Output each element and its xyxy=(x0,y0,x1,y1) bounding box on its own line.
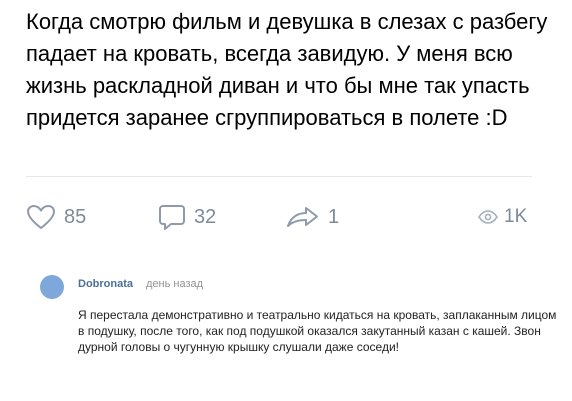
views-count: 1K xyxy=(504,206,528,227)
avatar[interactable] xyxy=(40,275,64,299)
share-count: 1 xyxy=(328,205,340,228)
comment-time: день назад xyxy=(146,278,204,290)
like-count: 85 xyxy=(64,205,87,228)
share-button[interactable]: 1 xyxy=(286,198,339,236)
views-counter: 1K xyxy=(478,198,527,236)
post-text: Когда смотрю фильм и девушка в слезах с … xyxy=(26,9,548,130)
comment-text: Я перестала демонстративно и театрально … xyxy=(78,308,557,354)
comment-button[interactable]: 32 xyxy=(158,198,216,236)
divider xyxy=(26,176,532,177)
post-actions: 85 32 1 1K xyxy=(0,198,572,236)
comment-count: 32 xyxy=(194,205,217,228)
like-button[interactable]: 85 xyxy=(26,198,86,236)
share-arrow-icon xyxy=(286,205,320,229)
comment-author[interactable]: Dobronata xyxy=(78,278,133,290)
heart-icon xyxy=(26,204,56,230)
speech-bubble-icon xyxy=(158,203,186,231)
eye-icon xyxy=(478,210,498,224)
